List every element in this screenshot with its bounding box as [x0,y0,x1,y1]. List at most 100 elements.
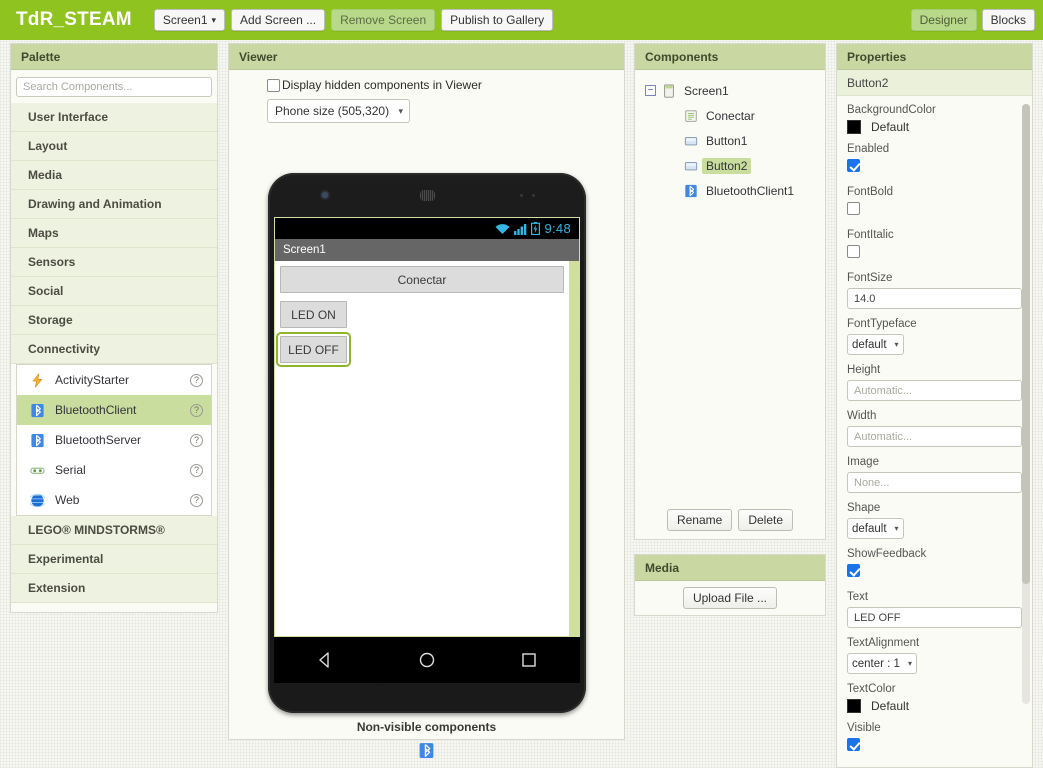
property-label-showfeedback: ShowFeedback [847,548,927,560]
palette-item-activitystarter[interactable]: ActivityStarter? [17,365,211,395]
help-icon[interactable]: ? [190,433,203,447]
help-icon[interactable]: ? [190,493,203,507]
tree-item-screen1[interactable]: − Screen1 [635,78,825,103]
tree-item-bluetoothclient1[interactable]: BluetoothClient1 [635,178,825,203]
color-swatch-icon[interactable] [847,120,861,134]
palette-category-layout[interactable]: Layout [11,132,217,161]
chevron-down-icon: ▾ [211,14,217,25]
screen-selector-label: Screen1 [162,13,208,27]
properties-list: BackgroundColor Default Enabled FontBold Fon… [837,96,1032,756]
property-label-enabled: Enabled [847,143,890,155]
remove-screen-button[interactable]: Remove Screen [331,9,436,31]
tree-item-button1[interactable]: Button1 [635,128,825,153]
properties-scroll-thumb[interactable] [1022,104,1030,584]
property-checkbox-wrap [847,202,1022,220]
recents-icon[interactable] [520,651,538,669]
label-icon-wrapper [684,109,698,123]
property-checkbox-wrap [847,564,1022,582]
palette-item-serial[interactable]: Serial? [17,455,211,485]
property-select-textalignment[interactable]: center : 1 ▾ [847,653,917,674]
palette-item-bluetoothserver[interactable]: BluetoothServer? [17,425,211,455]
property-input-image[interactable] [847,472,1022,493]
chevron-down-icon: ▾ [907,659,912,668]
property-label-fontsize: FontSize [847,272,893,284]
designer-tab[interactable]: Designer [910,9,977,31]
palette-panel: Palette User InterfaceLayoutMediaDrawing… [10,43,218,613]
back-icon[interactable] [316,651,334,669]
chevron-down-icon: ▾ [894,340,899,349]
property-color-textcolor[interactable]: Default [847,699,1022,713]
media-panel: Media Upload File ... [634,554,826,616]
mock-button2-selected[interactable]: LED OFF [276,332,351,367]
screen-selector-button[interactable]: Screen1 ▾ [153,9,226,31]
property-checkbox-wrap [847,159,1022,177]
property-checkbox-showfeedback[interactable] [847,564,860,577]
bluetooth-icon [30,433,44,447]
palette-category-user-interface[interactable]: User Interface [11,103,217,132]
property-input-height[interactable] [847,380,1022,401]
property-select-value: center : 1 [852,657,900,670]
property-checkbox-fontitalic[interactable] [847,245,860,258]
mock-button1[interactable]: LED ON [280,301,347,328]
chevron-down-icon: ▾ [398,105,404,116]
add-screen-button[interactable]: Add Screen ... [231,9,326,31]
property-checkbox-enabled[interactable] [847,159,860,172]
button-icon-wrapper [684,134,698,148]
bolt-icon-wrapper [27,372,47,388]
serial-icon-wrapper [27,463,47,478]
property-color-backgroundcolor[interactable]: Default [847,120,1022,134]
help-icon[interactable]: ? [190,373,203,387]
button-icon-wrapper [684,159,698,173]
button-icon [684,136,698,145]
tree-item-conectar[interactable]: Conectar [635,103,825,128]
properties-scrollbar[interactable] [1022,104,1030,704]
help-icon[interactable]: ? [190,403,203,417]
palette-category-experimental[interactable]: Experimental [11,545,217,574]
palette-category-lego-mindstorms-[interactable]: LEGO® MINDSTORMS® [11,516,217,545]
palette-item-bluetoothclient[interactable]: BluetoothClient? [17,395,211,425]
property-input-text[interactable] [847,607,1022,628]
help-icon[interactable]: ? [190,463,203,477]
property-checkbox-visible[interactable] [847,738,860,751]
palette-item-label: ActivityStarter [55,373,130,387]
delete-button[interactable]: Delete [738,509,794,531]
palette-item-label: Serial [55,463,86,477]
components-header: Components [635,44,825,70]
palette-category-maps[interactable]: Maps [11,219,217,248]
non-visible-component[interactable]: BluetoothClient1 [382,742,471,768]
display-hidden-components-row[interactable]: Display hidden components in Viewer [267,78,624,92]
properties-component-name: Button2 [837,70,1032,96]
palette-category-storage[interactable]: Storage [11,306,217,335]
property-input-fontsize[interactable] [847,288,1022,309]
palette-category-extension[interactable]: Extension [11,574,217,603]
media-body: Upload File ... [635,581,825,615]
palette-category-list-bottom: LEGO® MINDSTORMS® Experimental Extension [11,516,217,603]
property-input-width[interactable] [847,426,1022,447]
property-label-shape: Shape [847,502,881,514]
mock-label-conectar[interactable]: Conectar [280,266,564,293]
home-icon[interactable] [418,651,436,669]
screen-scrollbar[interactable] [569,261,579,636]
property-checkbox-fontbold[interactable] [847,202,860,215]
palette-category-media[interactable]: Media [11,161,217,190]
publish-to-gallery-button[interactable]: Publish to Gallery [441,9,554,31]
color-swatch-icon[interactable] [847,699,861,713]
phone-size-select[interactable]: Phone size (505,320) ▾ [267,99,411,123]
blocks-tab[interactable]: Blocks [981,9,1035,31]
component-tree-actions: Rename Delete [635,509,825,531]
tree-item-button2[interactable]: Button2 [635,153,825,178]
property-select-fonttypeface[interactable]: default ▾ [847,334,904,355]
display-hidden-components-checkbox[interactable] [267,78,280,92]
search-input[interactable] [16,77,212,97]
expander-collapse-icon[interactable]: − [645,85,656,96]
property-select-shape[interactable]: default ▾ [847,518,904,539]
palette-category-drawing-and-animation[interactable]: Drawing and Animation [11,190,217,219]
palette-category-sensors[interactable]: Sensors [11,248,217,277]
palette-item-web[interactable]: Web? [17,485,211,515]
form-area: Conectar LED ON LED OFF [275,261,569,636]
property-label-textcolor: TextColor [847,683,896,695]
upload-file-button[interactable]: Upload File ... [682,587,778,609]
palette-category-social[interactable]: Social [11,277,217,306]
rename-button[interactable]: Rename [666,509,733,531]
palette-category-connectivity[interactable]: Connectivity [11,335,217,364]
